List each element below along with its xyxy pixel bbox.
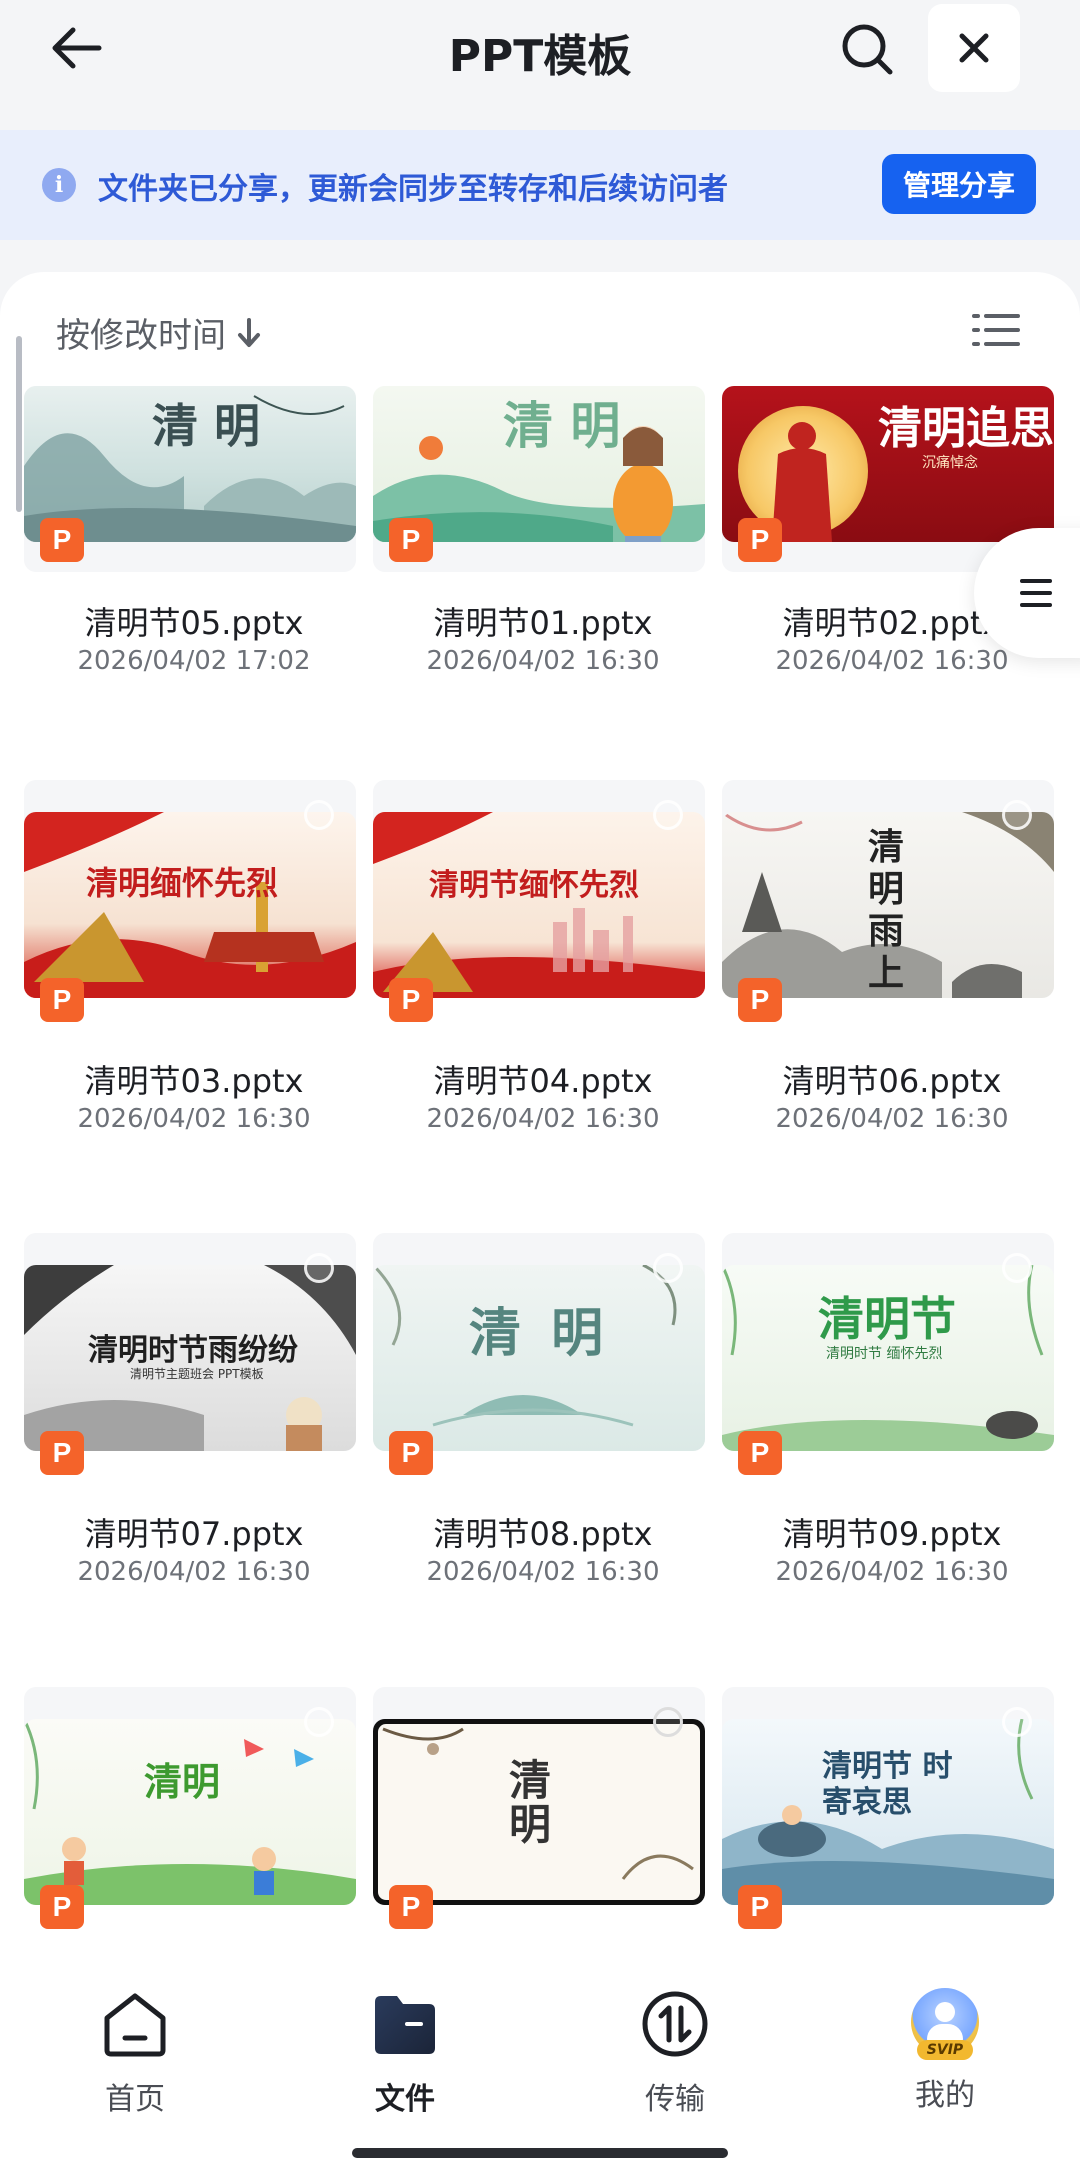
list-view-icon (972, 314, 1020, 346)
kids-illustration (24, 1719, 356, 1905)
file-thumbnail: 清 明 (373, 1719, 705, 1905)
thumbnail-title: 清 明 (469, 1303, 610, 1364)
search-button[interactable] (832, 14, 902, 84)
file-date: 2026/04/02 16:30 (77, 1557, 311, 1587)
file-name: 清明节06.pptx (782, 1062, 1002, 1100)
thumbnail-title: 清明节 (818, 1292, 956, 1346)
close-button[interactable] (928, 4, 1020, 92)
file-name: 清明节03.pptx (84, 1062, 304, 1100)
file-thumbnail: 清明 (24, 1719, 356, 1905)
top-bar: PPT模板 (0, 0, 1080, 130)
sort-toggle[interactable]: 按修改时间 (56, 308, 262, 357)
file-date: 2026/04/02 17:02 (77, 646, 311, 676)
home-indicator (352, 2148, 728, 2158)
sort-label: 按修改时间 (56, 316, 226, 356)
file-name: 清明节09.pptx (782, 1515, 1002, 1553)
arrow-down-icon (238, 317, 260, 347)
share-banner-text: 文件夹已分享，更新会同步至转存和后续访问者 (98, 172, 728, 207)
nav-home-label: 首页 (105, 2082, 165, 2117)
file-thumbnail: 清明缅怀先烈 (24, 812, 356, 998)
select-checkbox[interactable] (1002, 1253, 1032, 1283)
home-icon (104, 1993, 166, 2057)
menu-icon (1020, 579, 1052, 607)
memorial-illustration (24, 812, 356, 998)
nav-home[interactable]: 首页 (60, 1988, 210, 2118)
file-name: 清明节01.pptx (433, 604, 653, 642)
info-icon: i (42, 168, 76, 202)
thumbnail-title: 清明节 时寄哀思 (822, 1749, 953, 1820)
ppt-file-icon: P (738, 1885, 782, 1929)
nav-files-label: 文件 (375, 2082, 435, 2117)
bottom-navigation: 首页 文件 传输 SVIP 我的 (0, 1952, 1080, 2176)
memorial-illustration (373, 812, 705, 998)
file-name: 清明节04.pptx (433, 1062, 653, 1100)
file-date: 2026/04/02 16:30 (775, 1104, 1009, 1134)
nav-transfer[interactable]: 传输 (600, 1988, 750, 2118)
select-checkbox[interactable] (653, 1707, 683, 1737)
select-checkbox[interactable] (304, 1707, 334, 1737)
thumbnail-title: 清 明 (509, 1756, 552, 1849)
file-date: 2026/04/02 16:30 (775, 1557, 1009, 1587)
thumbnail-subtitle: 清明时节 缅怀先烈 (826, 1346, 943, 1362)
avatar-icon: SVIP (909, 1988, 981, 2060)
file-date: 2026/04/02 16:30 (426, 1557, 660, 1587)
thumbnail-title: 清 明 雨 上 (868, 826, 905, 994)
file-thumbnail: 清明节 清明时节 缅怀先烈 (722, 1265, 1054, 1451)
nav-transfer-label: 传输 (645, 2082, 705, 2117)
scrollbar[interactable] (16, 336, 22, 512)
select-checkbox[interactable] (1002, 1707, 1032, 1737)
ppt-file-icon: P (40, 1885, 84, 1929)
file-thumbnail: 清明节缅怀先烈 (373, 812, 705, 998)
file-date: 2026/04/02 16:30 (426, 646, 660, 676)
close-icon (959, 33, 989, 63)
search-icon (842, 24, 893, 75)
nav-me[interactable]: SVIP 我的 (870, 1988, 1020, 2114)
ppt-file-icon: P (40, 1431, 84, 1475)
select-checkbox[interactable] (304, 800, 334, 830)
manage-share-button[interactable]: 管理分享 (882, 154, 1036, 214)
ppt-file-icon: P (40, 518, 84, 562)
thumbnail-title: 清明时节雨纷纷 (88, 1333, 298, 1368)
ppt-file-icon: P (738, 518, 782, 562)
ppt-file-icon: P (389, 978, 433, 1022)
file-thumbnail: 清明时节雨纷纷 清明节主题班会 PPT模板 (24, 1265, 356, 1451)
file-list-panel: 按修改时间 清 明 P 清明节05.pptx 2026/04/02 17:02 … (0, 272, 1080, 2176)
file-name: 清明节07.pptx (84, 1515, 304, 1553)
file-thumbnail: 清明节 时寄哀思 (722, 1719, 1054, 1905)
file-date: 2026/04/02 16:30 (77, 1104, 311, 1134)
nav-files[interactable]: 文件 (330, 1988, 480, 2118)
select-checkbox[interactable] (653, 800, 683, 830)
select-checkbox[interactable] (1002, 800, 1032, 830)
ppt-file-icon: P (738, 978, 782, 1022)
select-checkbox[interactable] (304, 1253, 334, 1283)
ppt-file-icon: P (389, 1885, 433, 1929)
thumbnail-title: 清 明 (152, 399, 261, 453)
folder-icon (375, 1996, 435, 2054)
thumbnail-title: 清明 (144, 1759, 221, 1804)
thumbnail-title: 清明追思 (878, 403, 1054, 454)
thumbnail-subtitle: 沉痛悼念 (922, 455, 978, 471)
thumbnail-title: 清明节缅怀先烈 (429, 868, 639, 903)
file-thumbnail: 清 明 雨 上 (722, 812, 1054, 998)
select-checkbox[interactable] (653, 1253, 683, 1283)
page-title: PPT模板 (448, 31, 632, 82)
thumbnail-title: 清 明 (503, 396, 621, 455)
svip-badge: SVIP (917, 2040, 973, 2060)
nav-me-label: 我的 (915, 2078, 975, 2113)
share-banner: i 文件夹已分享，更新会同步至转存和后续访问者 管理分享 (0, 130, 1080, 240)
file-date: 2026/04/02 16:30 (426, 1104, 660, 1134)
transfer-icon (642, 1991, 708, 2057)
ppt-file-icon: P (389, 1431, 433, 1475)
list-view-button[interactable] (972, 308, 1020, 352)
thumbnail-subtitle: 清明节主题班会 PPT模板 (130, 1367, 264, 1381)
ppt-file-icon: P (738, 1431, 782, 1475)
file-name: 清明节08.pptx (433, 1515, 653, 1553)
file-name: 清明节05.pptx (84, 604, 304, 642)
thumbnail-title: 清明缅怀先烈 (86, 864, 279, 902)
file-thumbnail: 清 明 (373, 1265, 705, 1451)
ppt-file-icon: P (40, 978, 84, 1022)
ppt-file-icon: P (389, 518, 433, 562)
